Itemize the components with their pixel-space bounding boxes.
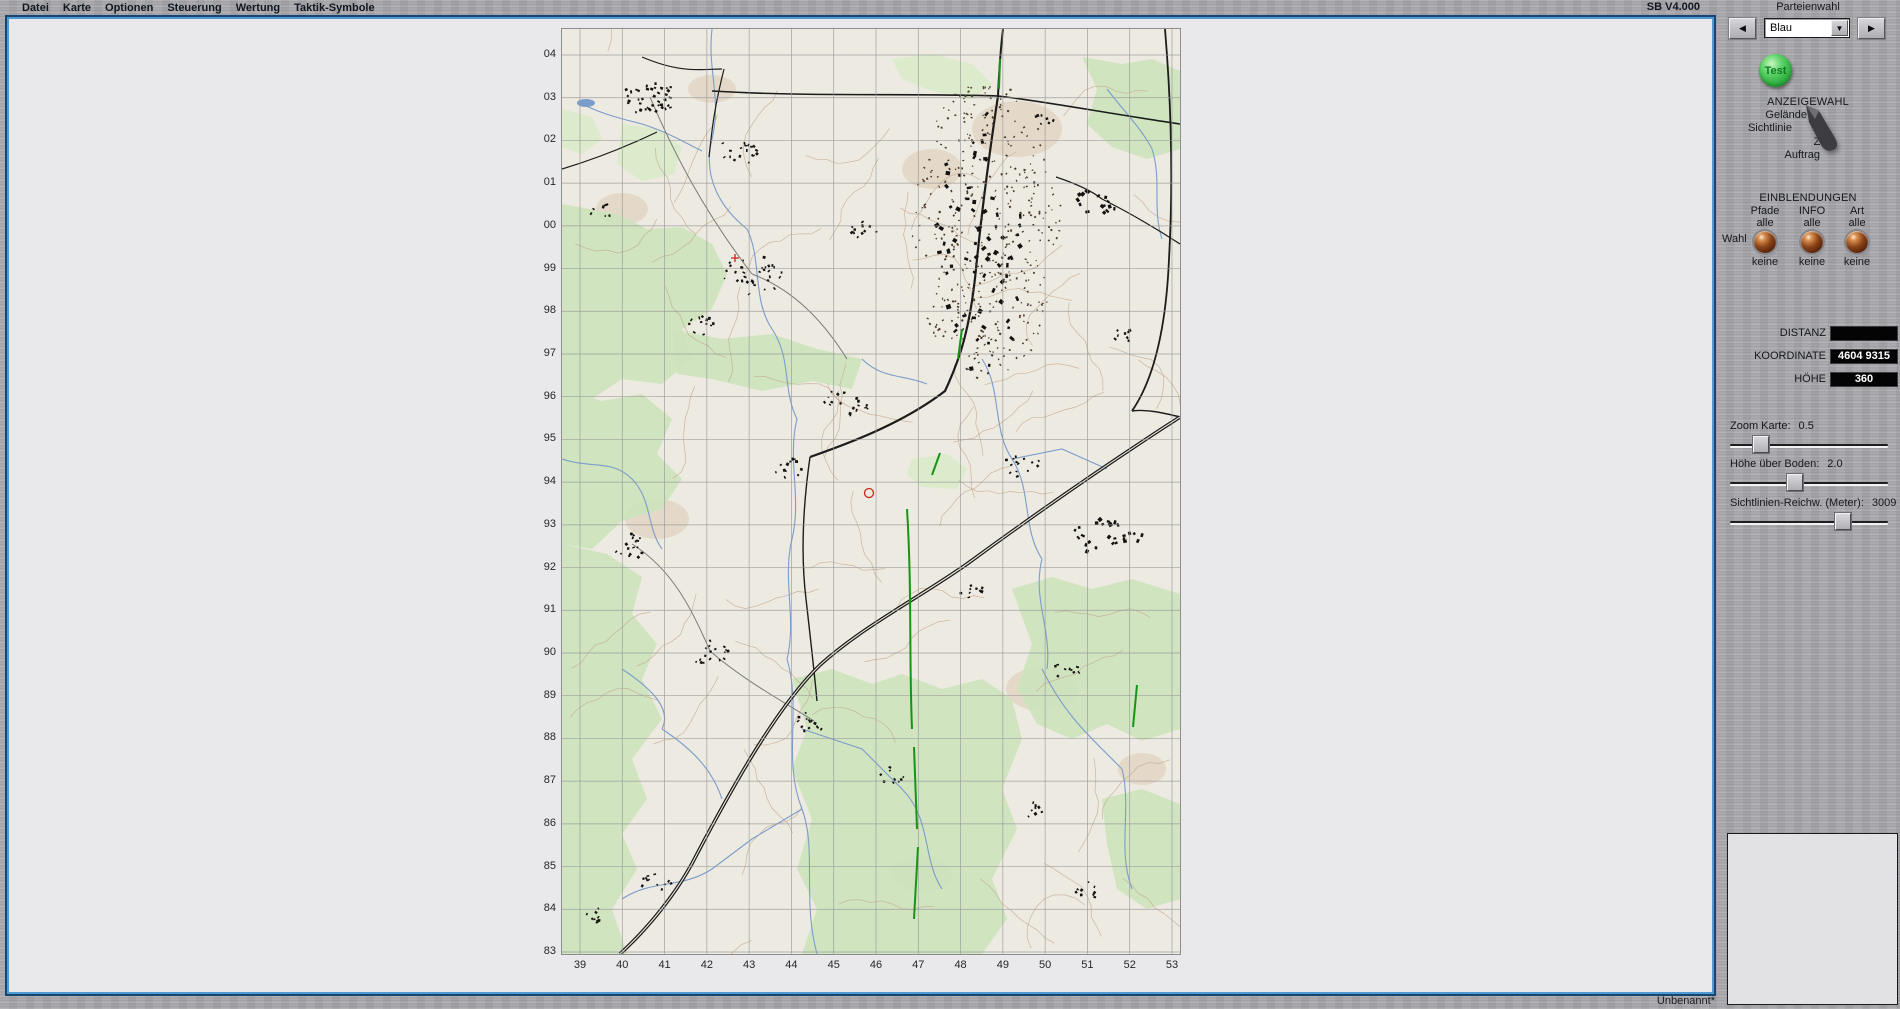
menu-wertung[interactable]: Wertung: [236, 2, 280, 14]
coordinate-label: KOORDINATE: [1716, 350, 1826, 362]
map-row-label: 02: [528, 133, 556, 145]
slider-thumb[interactable]: [1753, 436, 1769, 453]
map-row-label: 95: [528, 432, 556, 444]
app-version: SB V4.000: [1625, 1, 1700, 13]
map-col-label: 49: [992, 959, 1014, 971]
scenario-title: Unbenannt*: [1628, 995, 1715, 1007]
column-name: Art: [1827, 205, 1887, 217]
map-row-label: 84: [528, 902, 556, 914]
slider-label: Zoom Karte: 0.5: [1730, 420, 1814, 432]
map-col-label: 47: [907, 959, 929, 971]
map-row-label: 92: [528, 561, 556, 573]
route-line-green: [999, 59, 1000, 89]
map-row-label: 88: [528, 731, 556, 743]
slider-label: Höhe über Boden: 2.0: [1730, 458, 1843, 470]
map-row-label: 87: [528, 774, 556, 786]
map-col-label: 42: [696, 959, 718, 971]
slider-label-text: Sichtlinien-Reichw. (Meter):: [1730, 497, 1864, 509]
side-panel: Parteienwahl ◀ Blau ▼ ▶ Test ANZEIGEWAHL…: [1716, 0, 1900, 1009]
einblendungen-title: EINBLENDUNGEN: [1716, 192, 1900, 204]
slider-label-text: Zoom Karte:: [1730, 420, 1791, 432]
slider-thumb[interactable]: [1787, 474, 1803, 491]
zoom-slider: Zoom Karte: 0.5: [1716, 420, 1900, 460]
los-range-slider: Sichtlinien-Reichw. (Meter): 3009: [1716, 497, 1900, 537]
column-alle[interactable]: alle: [1827, 217, 1887, 229]
crayon-cursor-icon: [1802, 102, 1846, 161]
overview-panel: [1727, 833, 1898, 1005]
menu-bar: Datei Karte Optionen Steuerung Wertung T…: [0, 0, 1716, 15]
map-col-label: 48: [950, 959, 972, 971]
test-button[interactable]: Test: [1759, 54, 1792, 87]
map-col-label: 50: [1034, 959, 1056, 971]
distance-readout: DISTANZ: [1716, 326, 1900, 340]
map-col-label: 43: [738, 959, 760, 971]
map-col-label: 51: [1076, 959, 1098, 971]
map-row-label: 96: [528, 390, 556, 402]
map-col-label: 41: [654, 959, 676, 971]
menu-optionen[interactable]: Optionen: [105, 2, 153, 14]
map-window: 04 03 02 01 00 99 98 97 96 95 94 93 92 91 90 89 88 87 86 85…: [5, 15, 1716, 996]
menu-datei[interactable]: Datei: [22, 2, 49, 14]
app-root: { "app": { "version": "SB V4.000", "scen…: [0, 0, 1900, 1009]
map-row-label: 90: [528, 646, 556, 658]
slider-value: 2.0: [1827, 458, 1842, 470]
menu-taktik-symbole[interactable]: Taktik-Symbole: [294, 2, 375, 14]
map-row-label: 91: [528, 603, 556, 615]
map-col-label: 45: [823, 959, 845, 971]
map-row-label: 04: [528, 48, 556, 60]
slider-track[interactable]: [1730, 482, 1888, 484]
coordinate-field: 4604 9315: [1830, 349, 1898, 364]
height-readout: HÖHE 360: [1716, 372, 1900, 386]
slider-value: 0.5: [1799, 420, 1814, 432]
party-selector-label: Parteienwahl: [1716, 1, 1900, 13]
map-canvas[interactable]: [562, 29, 1180, 954]
dropdown-arrow-icon[interactable]: ▼: [1831, 20, 1848, 36]
party-prev-button[interactable]: ◀: [1729, 18, 1756, 39]
height-field: 360: [1830, 372, 1898, 387]
pfade-knob[interactable]: [1754, 231, 1776, 253]
distance-label: DISTANZ: [1716, 327, 1826, 339]
menu-karte[interactable]: Karte: [63, 2, 91, 14]
map-col-label: 44: [780, 959, 802, 971]
map-row-label: 83: [528, 945, 556, 957]
map-col-label: 52: [1119, 959, 1141, 971]
topo-map: [562, 29, 1180, 954]
party-dropdown-value: Blau: [1770, 22, 1792, 34]
anzeige-gelaende[interactable]: Gelände: [1736, 109, 1807, 121]
column-keine[interactable]: keine: [1827, 256, 1887, 268]
party-next-button[interactable]: ▶: [1858, 18, 1885, 39]
map-row-label: 03: [528, 91, 556, 103]
anzeige-sichtlinie[interactable]: Sichtlinie: [1721, 122, 1792, 134]
menu-steuerung[interactable]: Steuerung: [167, 2, 221, 14]
map-row-label: 99: [528, 262, 556, 274]
wahl-label: Wahl: [1722, 233, 1747, 245]
map-col-label: 46: [865, 959, 887, 971]
coordinate-readout: KOORDINATE 4604 9315: [1716, 349, 1900, 363]
party-dropdown[interactable]: Blau ▼: [1764, 18, 1850, 38]
slider-value: 3009: [1872, 497, 1896, 509]
map-row-label: 98: [528, 304, 556, 316]
map-row-label: 97: [528, 347, 556, 359]
map-row-label: 00: [528, 219, 556, 231]
slider-label: Sichtlinien-Reichw. (Meter): 3009: [1730, 497, 1896, 509]
map-row-label: 93: [528, 518, 556, 530]
distance-field: [1830, 326, 1898, 341]
slider-track[interactable]: [1730, 521, 1888, 523]
art-knob[interactable]: [1846, 231, 1868, 253]
slider-thumb[interactable]: [1835, 513, 1851, 530]
info-knob[interactable]: [1801, 231, 1823, 253]
map-col-label: 53: [1161, 959, 1183, 971]
map-row-label: 94: [528, 475, 556, 487]
map-col-label: 39: [569, 959, 591, 971]
height-label: HÖHE: [1716, 373, 1826, 385]
map-row-label: 85: [528, 860, 556, 872]
map-col-label: 40: [611, 959, 633, 971]
eye-height-slider: Höhe über Boden: 2.0: [1716, 458, 1900, 498]
slider-track[interactable]: [1730, 444, 1888, 446]
slider-label-text: Höhe über Boden:: [1730, 458, 1819, 470]
map-row-label: 01: [528, 176, 556, 188]
map-row-label: 89: [528, 689, 556, 701]
map-row-label: 86: [528, 817, 556, 829]
